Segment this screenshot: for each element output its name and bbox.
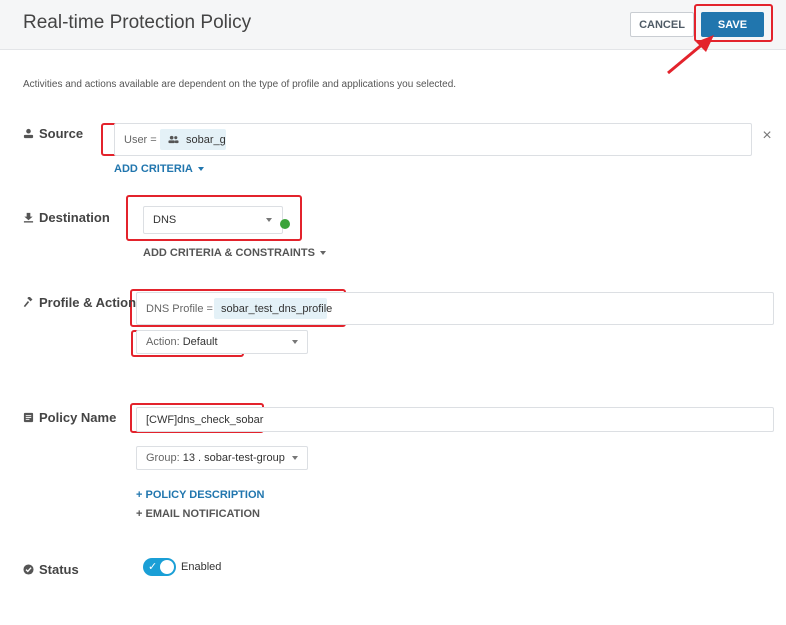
policy-name-value: [CWF]dns_check_sobar: [146, 414, 264, 426]
status-dot: [280, 219, 290, 229]
email-notification-link[interactable]: + EMAIL NOTIFICATION: [136, 508, 260, 520]
user-icon: [23, 128, 34, 139]
source-criteria-chip[interactable]: sobar_g: [160, 129, 226, 150]
group-key: Group:: [146, 452, 180, 464]
action-value: Default: [182, 336, 218, 348]
destination-add-criteria-text: ADD CRITERIA & CONSTRAINTS: [143, 247, 315, 259]
policy-name-label: Policy Name: [23, 410, 116, 425]
arrow-annotation-icon: [667, 35, 714, 75]
status-label-text: Status: [39, 562, 79, 577]
chevron-down-icon: [266, 218, 272, 222]
source-label: Source: [23, 126, 83, 141]
check-icon: ✓: [148, 561, 158, 573]
profile-criteria-key: DNS Profile =: [146, 303, 213, 315]
document-icon: [23, 412, 34, 423]
policy-description-link[interactable]: + POLICY DESCRIPTION: [136, 489, 264, 501]
info-note: Activities and actions available are dep…: [23, 79, 457, 90]
gavel-icon: [23, 297, 33, 308]
page-title: Real-time Protection Policy: [23, 12, 252, 33]
destination-label: Destination: [23, 210, 110, 225]
chevron-down-icon: [292, 456, 298, 460]
toggle-knob: [160, 560, 174, 574]
destination-label-text: Destination: [39, 210, 110, 225]
source-criteria-value: sobar_g: [186, 133, 226, 146]
destination-icon: [23, 212, 34, 223]
status-toggle-text: Enabled: [181, 561, 222, 573]
group-select-text: Group: 13 . sobar-test-group: [146, 452, 285, 464]
policy-description-text: + POLICY DESCRIPTION: [136, 489, 265, 501]
profile-label-text: Profile & Action: [39, 295, 137, 310]
source-add-criteria-link[interactable]: ADD CRITERIA: [114, 163, 204, 175]
email-notification-text: + EMAIL NOTIFICATION: [136, 508, 260, 520]
profile-criteria-value: sobar_test_dns_profile: [221, 302, 333, 315]
policy-name-label-text: Policy Name: [39, 410, 117, 425]
action-select-text: Action: Default: [146, 336, 218, 348]
group-value: 13 . sobar-test-group: [182, 452, 285, 464]
status-toggle[interactable]: ✓: [143, 558, 176, 576]
action-key: Action:: [146, 336, 180, 348]
chevron-down-icon: [197, 167, 204, 171]
chevron-down-icon: [292, 340, 298, 344]
destination-add-criteria-link[interactable]: ADD CRITERIA & CONSTRAINTS: [143, 247, 326, 259]
group-icon: [168, 135, 179, 144]
close-icon[interactable]: ×: [760, 128, 774, 144]
profile-label: Profile & Action: [23, 295, 136, 310]
chevron-down-icon: [319, 251, 326, 255]
source-add-criteria-text: ADD CRITERIA: [114, 163, 193, 175]
status-label: Status: [23, 562, 79, 577]
profile-criteria-chip[interactable]: sobar_test_dns_profile: [214, 298, 332, 319]
destination-selected: DNS: [153, 214, 177, 226]
source-criteria-key: User =: [124, 134, 157, 146]
check-circle-icon: [23, 564, 34, 575]
source-label-text: Source: [39, 126, 84, 141]
